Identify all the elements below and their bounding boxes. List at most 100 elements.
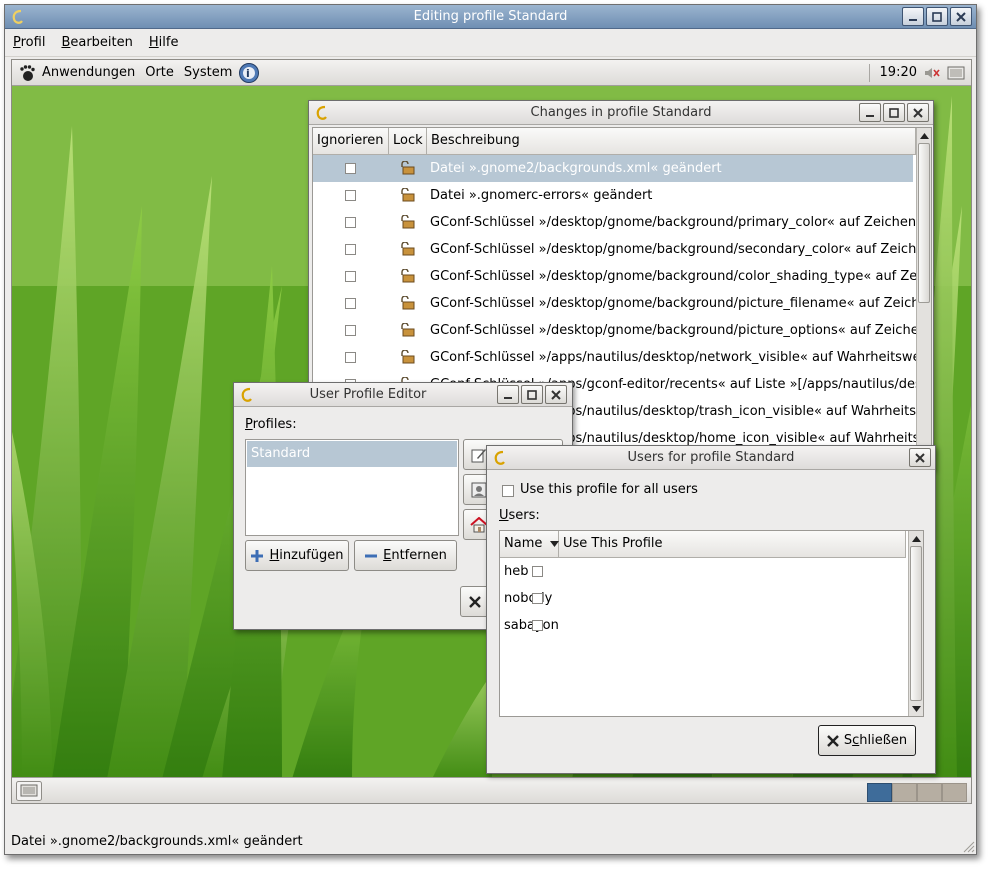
menu-bearbeiten[interactable]: Bearbeiten (61, 35, 132, 50)
maximize-button[interactable] (521, 385, 543, 404)
ignore-checkbox[interactable] (345, 298, 356, 309)
table-row[interactable]: Datei ».gnome2/backgrounds.xml« geändert (313, 155, 913, 182)
ignore-checkbox[interactable] (345, 271, 356, 282)
column-beschreibung[interactable]: Beschreibung (427, 128, 916, 155)
workspace-1[interactable] (867, 783, 892, 802)
panel-clock[interactable]: 19:20 (880, 65, 917, 80)
column-name[interactable]: Name (500, 531, 559, 558)
table-row[interactable]: GConf-Schlüssel »/desktop/gnome/backgrou… (313, 236, 916, 263)
all-users-checkbox[interactable] (502, 485, 514, 497)
users-rows: heb nobody sabayon (500, 558, 906, 718)
scroll-down-arrow[interactable] (909, 701, 924, 716)
table-row[interactable]: nobody (500, 585, 906, 612)
table-row[interactable]: GConf-Schlüssel »/desktop/gnome/backgrou… (313, 263, 916, 290)
unlocked-padlock-icon (401, 322, 415, 337)
main-titlebar[interactable]: Editing profile Standard (5, 5, 976, 29)
table-row[interactable]: GConf-Schlüssel »/desktop/gnome/backgrou… (313, 209, 916, 236)
schliessen-button[interactable]: Schließen (818, 725, 916, 756)
table-row[interactable]: sabayon (500, 612, 906, 639)
users-scrollbar[interactable] (908, 531, 923, 716)
ignore-checkbox[interactable] (345, 217, 356, 228)
use-profile-checkbox[interactable] (532, 593, 543, 604)
menu-profil[interactable]: Profil (13, 35, 45, 50)
help-launcher-icon[interactable]: i (238, 62, 260, 84)
workspace-4[interactable] (942, 783, 967, 802)
scroll-thumb[interactable] (918, 143, 930, 303)
volume-muted-icon[interactable] (923, 66, 941, 80)
column-ignorieren[interactable]: Ignorieren (313, 128, 389, 155)
all-users-label[interactable]: Use this profile for all users (520, 482, 698, 497)
main-title: Editing profile Standard (413, 9, 568, 24)
menu-hilfe[interactable]: Hilfe (149, 35, 179, 50)
panel-menu-system[interactable]: System (184, 65, 232, 80)
gnome-top-panel: Anwendungen Orte System i 19:20 (12, 60, 971, 86)
table-row[interactable]: GConf-Schlüssel »/desktop/gnome/backgrou… (313, 290, 916, 317)
panel-menu-anwendungen[interactable]: Anwendungen (42, 65, 135, 80)
close-button[interactable] (909, 448, 931, 467)
maximize-button[interactable] (883, 103, 905, 122)
table-row[interactable]: GConf-Schlüssel »/apps/nautilus/desktop/… (313, 344, 916, 371)
svg-text:i: i (246, 67, 250, 80)
lock-toggle[interactable] (399, 214, 415, 233)
column-lock[interactable]: Lock (389, 128, 427, 155)
close-button[interactable] (907, 103, 929, 122)
add-profile-button[interactable]: Hinzufügen (245, 540, 349, 571)
table-row[interactable]: heb (500, 558, 906, 585)
close-icon (913, 107, 923, 118)
lock-toggle[interactable] (399, 268, 415, 287)
table-row[interactable]: GConf-Schlüssel »/desktop/gnome/backgrou… (313, 317, 916, 344)
plus-icon (251, 549, 264, 562)
ignore-checkbox[interactable] (345, 190, 356, 201)
ignore-checkbox[interactable] (345, 325, 356, 336)
sabayon-icon (12, 9, 23, 24)
close-button[interactable] (950, 7, 972, 26)
changes-titlebar[interactable]: Changes in profile Standard (309, 101, 933, 125)
minus-icon (365, 554, 378, 557)
show-desktop-icon[interactable] (947, 66, 965, 80)
workspace-3[interactable] (917, 783, 942, 802)
profile-item-standard[interactable]: Standard (247, 441, 457, 467)
scroll-up-arrow[interactable] (917, 128, 932, 143)
changes-scrollbar[interactable] (916, 128, 932, 469)
close-button[interactable] (545, 385, 567, 404)
table-row[interactable]: Datei ».gnomerc-errors« geändert (313, 182, 913, 209)
change-description: GConf-Schlüssel »/apps/nautilus/desktop/… (430, 350, 916, 365)
maximize-icon (527, 389, 537, 400)
menubar: Profil Bearbeiten Hilfe (5, 29, 976, 57)
close-icon (469, 596, 481, 608)
lock-toggle[interactable] (399, 160, 415, 179)
resize-grip-icon[interactable] (961, 839, 975, 853)
maximize-button[interactable] (926, 7, 948, 26)
column-use-this-profile[interactable]: Use This Profile (559, 531, 906, 558)
users-treeview[interactable]: Name Use This Profile heb nobody sabayon (499, 530, 924, 717)
remove-profile-button[interactable]: Entfernen (354, 540, 457, 571)
ignore-checkbox[interactable] (345, 352, 356, 363)
add-profile-label: Hinzufügen (269, 548, 344, 563)
profiles-list[interactable]: Standard (245, 439, 459, 536)
scroll-thumb[interactable] (910, 546, 922, 701)
show-desktop-button-icon[interactable] (16, 781, 42, 801)
lock-toggle[interactable] (399, 241, 415, 260)
minimize-button[interactable] (859, 103, 881, 122)
unlocked-padlock-icon (401, 349, 415, 364)
minimize-icon (866, 114, 874, 117)
change-description: GConf-Schlüssel »/desktop/gnome/backgrou… (430, 323, 916, 338)
scroll-up-arrow[interactable] (909, 531, 924, 546)
lock-toggle[interactable] (399, 187, 415, 206)
profile-editor-titlebar[interactable]: User Profile Editor (234, 383, 572, 407)
change-description: GConf-Schlüssel »/desktop/gnome/backgrou… (430, 242, 916, 257)
use-profile-checkbox[interactable] (532, 566, 543, 577)
ignore-checkbox[interactable] (345, 163, 356, 174)
minimize-button[interactable] (902, 7, 924, 26)
lock-toggle[interactable] (399, 322, 415, 341)
workspace-2[interactable] (892, 783, 917, 802)
statusbar: Datei ».gnome2/backgrounds.xml« geändert (11, 834, 303, 849)
minimize-icon (909, 18, 917, 21)
use-profile-checkbox[interactable] (532, 620, 543, 631)
lock-toggle[interactable] (399, 349, 415, 368)
panel-menu-orte[interactable]: Orte (145, 65, 174, 80)
minimize-button[interactable] (497, 385, 519, 404)
lock-toggle[interactable] (399, 295, 415, 314)
ignore-checkbox[interactable] (345, 244, 356, 255)
users-titlebar[interactable]: Users for profile Standard (487, 446, 935, 470)
